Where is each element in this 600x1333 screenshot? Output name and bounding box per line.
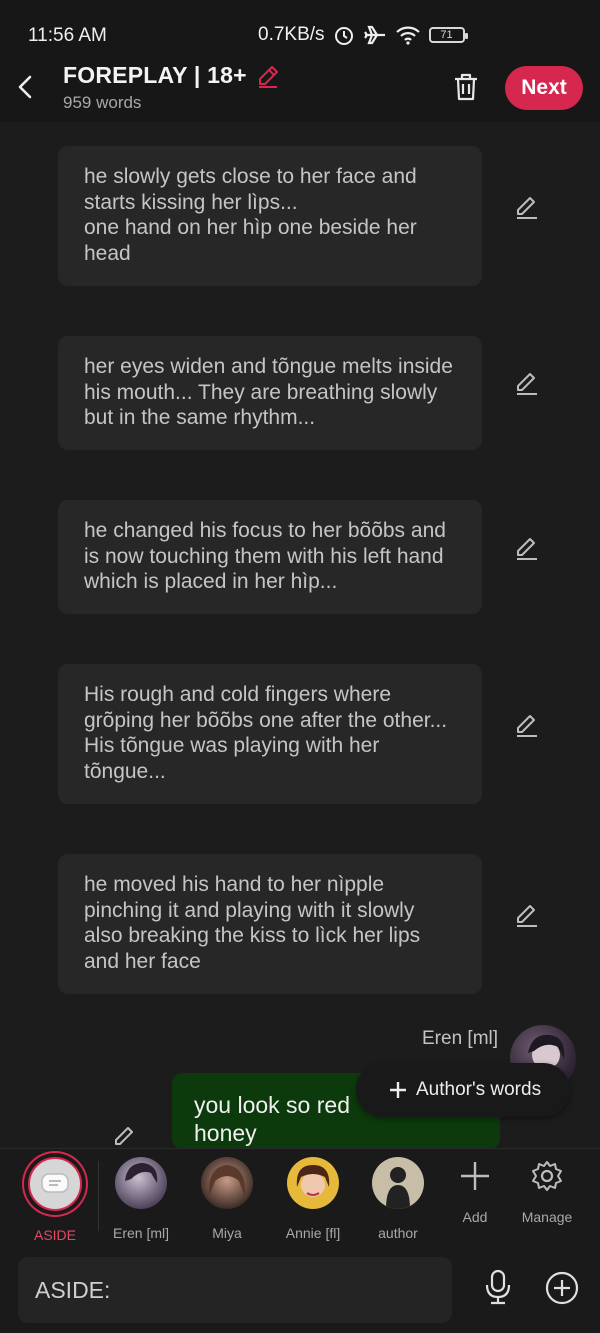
author-avatar (372, 1157, 424, 1209)
message-bubble[interactable]: His rough and cold fingers where grõping… (58, 664, 482, 804)
status-bar: 11:56 AM 0.7KB/s 71 (0, 0, 600, 62)
edit-message-icon[interactable] (514, 194, 540, 220)
message-bubble[interactable]: he moved his hand to her nìpple pinching… (58, 854, 482, 994)
manage-label: Manage (521, 1209, 573, 1225)
pencil-icon[interactable] (255, 63, 281, 89)
app-bar: FOREPLAY | 18+ 959 words Next (0, 62, 600, 122)
speaker-name: Eren [ml] (422, 1028, 499, 1049)
edit-message-icon[interactable] (112, 1124, 138, 1146)
story-title[interactable]: FOREPLAY | 18+ (63, 62, 281, 89)
miya-avatar (201, 1157, 253, 1209)
message-bubble[interactable]: he slowly gets close to her face and sta… (58, 146, 482, 286)
story-title-text: FOREPLAY | 18+ (63, 62, 247, 88)
plus-icon (390, 1082, 406, 1098)
status-time: 11:56 AM (28, 25, 107, 46)
character-eren[interactable]: Eren [ml] (98, 1157, 184, 1241)
aside-avatar (28, 1157, 82, 1211)
status-icons: 0.7KB/s 71 (258, 24, 468, 46)
back-arrow-icon[interactable] (14, 72, 36, 102)
battery-indicator: 71 (428, 27, 468, 43)
eren-avatar (115, 1157, 167, 1209)
plus-icon (461, 1162, 489, 1190)
character-name: Annie [fl] (285, 1225, 341, 1241)
alarm-icon (334, 27, 353, 45)
character-name: Miya (212, 1225, 242, 1241)
edit-message-icon[interactable] (514, 370, 540, 396)
title-block: FOREPLAY | 18+ 959 words (63, 62, 281, 113)
gear-icon (532, 1161, 562, 1191)
microphone-icon[interactable] (482, 1269, 514, 1305)
character-name: ASIDE (33, 1227, 76, 1243)
next-button[interactable]: Next (505, 66, 583, 110)
trash-icon[interactable] (452, 72, 480, 102)
network-speed: 0.7KB/s (258, 24, 325, 45)
authors-words-label: Author's words (416, 1079, 542, 1100)
character-author[interactable]: author (355, 1157, 441, 1241)
word-count: 959 words (63, 93, 142, 112)
wifi-icon (395, 26, 420, 45)
character-name: author (378, 1225, 418, 1241)
chat-bubble-icon (41, 1173, 69, 1193)
bottom-panel: ASIDE Eren [ml] Miya Annie [fl] author A… (0, 1148, 600, 1333)
edit-message-icon[interactable] (514, 902, 540, 928)
plus-circle-icon[interactable] (545, 1271, 579, 1305)
message-bubble[interactable]: her eyes widen and tõngue melts inside h… (58, 336, 482, 450)
character-name: Eren [ml] (112, 1225, 169, 1241)
authors-words-button[interactable]: Author's words (356, 1063, 570, 1117)
edit-message-icon[interactable] (514, 535, 540, 561)
edit-message-icon[interactable] (514, 712, 540, 738)
character-annie[interactable]: Annie [fl] (270, 1157, 356, 1241)
character-aside[interactable]: ASIDE (12, 1157, 98, 1243)
add-label: Add (462, 1209, 488, 1225)
message-input[interactable]: ASIDE: (18, 1257, 452, 1323)
annie-avatar (287, 1157, 339, 1209)
message-bubble[interactable]: he changed his focus to her bõõbs and is… (58, 500, 482, 614)
airplane-icon (363, 25, 385, 45)
character-miya[interactable]: Miya (184, 1157, 270, 1241)
manage-button[interactable]: Manage (502, 1159, 592, 1225)
character-selector: ASIDE Eren [ml] Miya Annie [fl] author A… (0, 1149, 600, 1245)
